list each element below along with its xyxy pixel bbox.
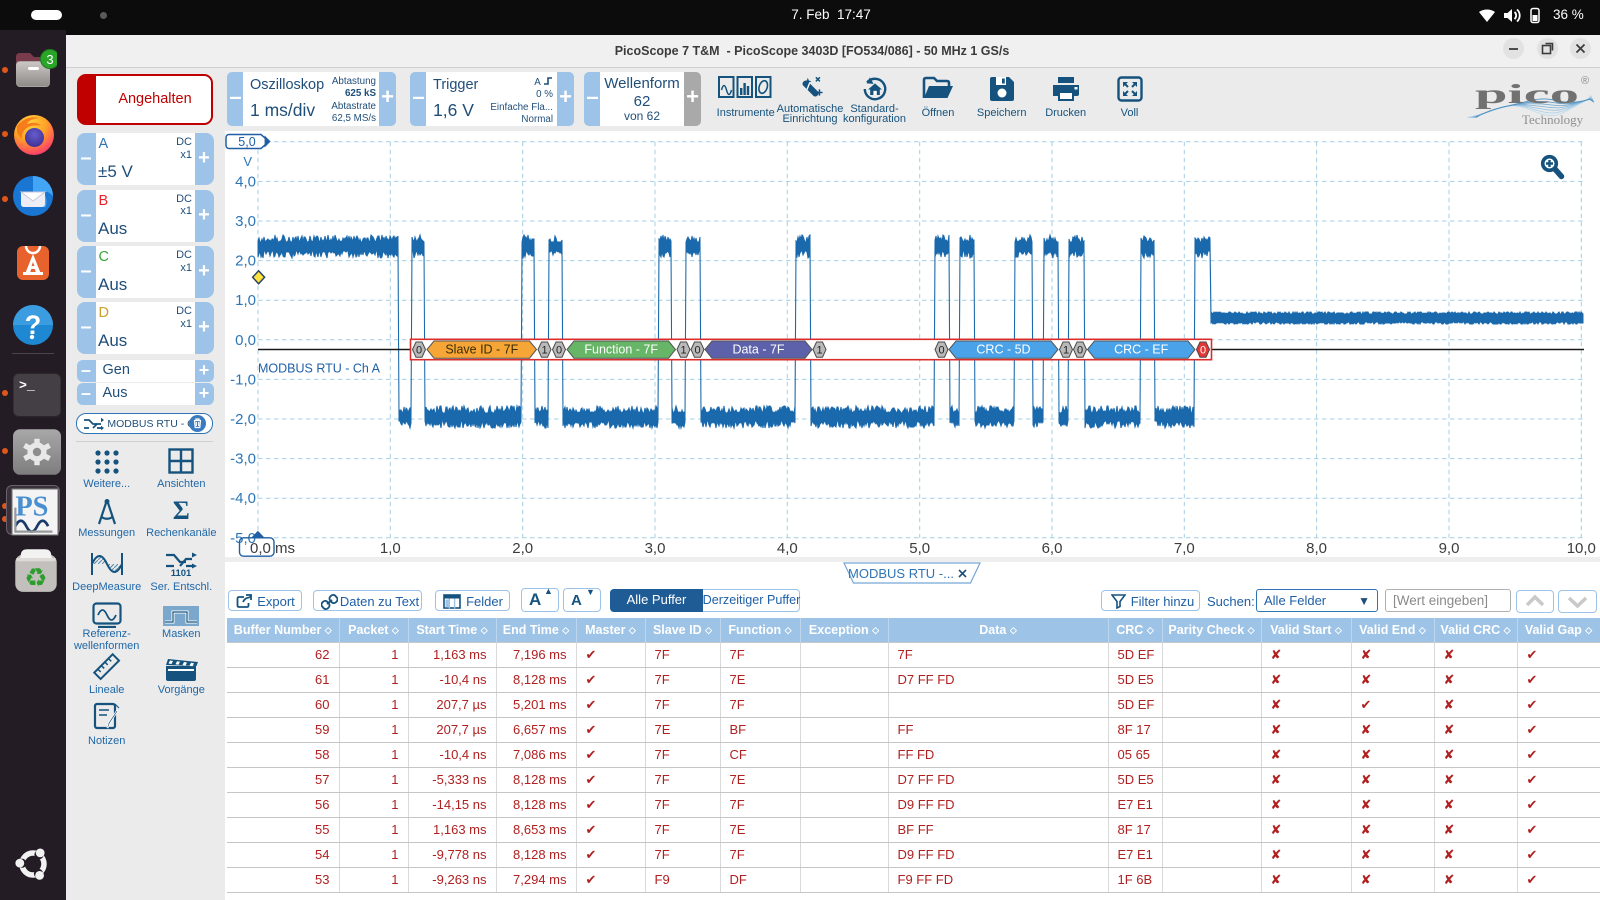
svg-text:6,0: 6,0 [1042,540,1063,557]
svg-text:2,0: 2,0 [512,540,533,557]
svg-text:Function - 7F: Function - 7F [584,343,658,357]
svg-text:V: V [243,154,252,169]
svg-text:1: 1 [816,345,822,357]
svg-text:8,0: 8,0 [1306,540,1327,557]
svg-text:0: 0 [938,345,944,357]
svg-text:♻: ♻ [24,562,47,592]
svg-text:Slave ID - 7F: Slave ID - 7F [445,343,518,357]
svg-text:-2,0: -2,0 [230,411,256,428]
svg-text:4,0: 4,0 [777,540,798,557]
svg-text:9,0: 9,0 [1439,540,1460,557]
svg-text:1,0: 1,0 [380,540,401,557]
svg-text:PS: PS [15,491,48,522]
svg-text:MODBUS RTU -...: MODBUS RTU -... [848,566,954,581]
svg-text:CRC - 5D: CRC - 5D [976,343,1030,357]
svg-text:4,0: 4,0 [235,173,256,190]
svg-text:7,0: 7,0 [1174,540,1195,557]
svg-text:pico: pico [1475,79,1579,109]
svg-text:Technology: Technology [1522,112,1584,127]
svg-text:1: 1 [680,345,686,357]
svg-text:>_: >_ [19,378,35,393]
svg-text:5,0: 5,0 [238,135,255,149]
svg-text:0: 0 [1077,345,1083,357]
svg-text:CRC - EF: CRC - EF [1114,343,1169,357]
svg-text:1: 1 [541,345,547,357]
svg-text:3: 3 [46,52,53,67]
svg-text:0,0: 0,0 [235,332,256,349]
svg-text:1,0: 1,0 [235,292,256,309]
svg-text:MODBUS RTU - Ch A: MODBUS RTU - Ch A [258,362,381,376]
svg-text:-4,0: -4,0 [230,490,256,507]
svg-text:0: 0 [1200,345,1206,357]
svg-text:®: ® [1581,75,1589,87]
svg-text:Data - 7F: Data - 7F [732,343,784,357]
svg-text:3,0: 3,0 [645,540,666,557]
svg-text:1101: 1101 [171,568,192,576]
svg-text:0: 0 [694,345,700,357]
svg-text:3,0: 3,0 [235,213,256,230]
svg-text:10,0: 10,0 [1567,540,1596,557]
svg-text:5,0: 5,0 [909,540,930,557]
svg-text:2,0: 2,0 [235,253,256,270]
svg-text:1: 1 [1063,345,1069,357]
svg-text:0: 0 [556,345,562,357]
svg-text:-3,0: -3,0 [230,451,256,468]
svg-text:0,0 ms: 0,0 ms [250,540,295,557]
svg-text:-1,0: -1,0 [230,371,256,388]
svg-text:0: 0 [416,345,422,357]
